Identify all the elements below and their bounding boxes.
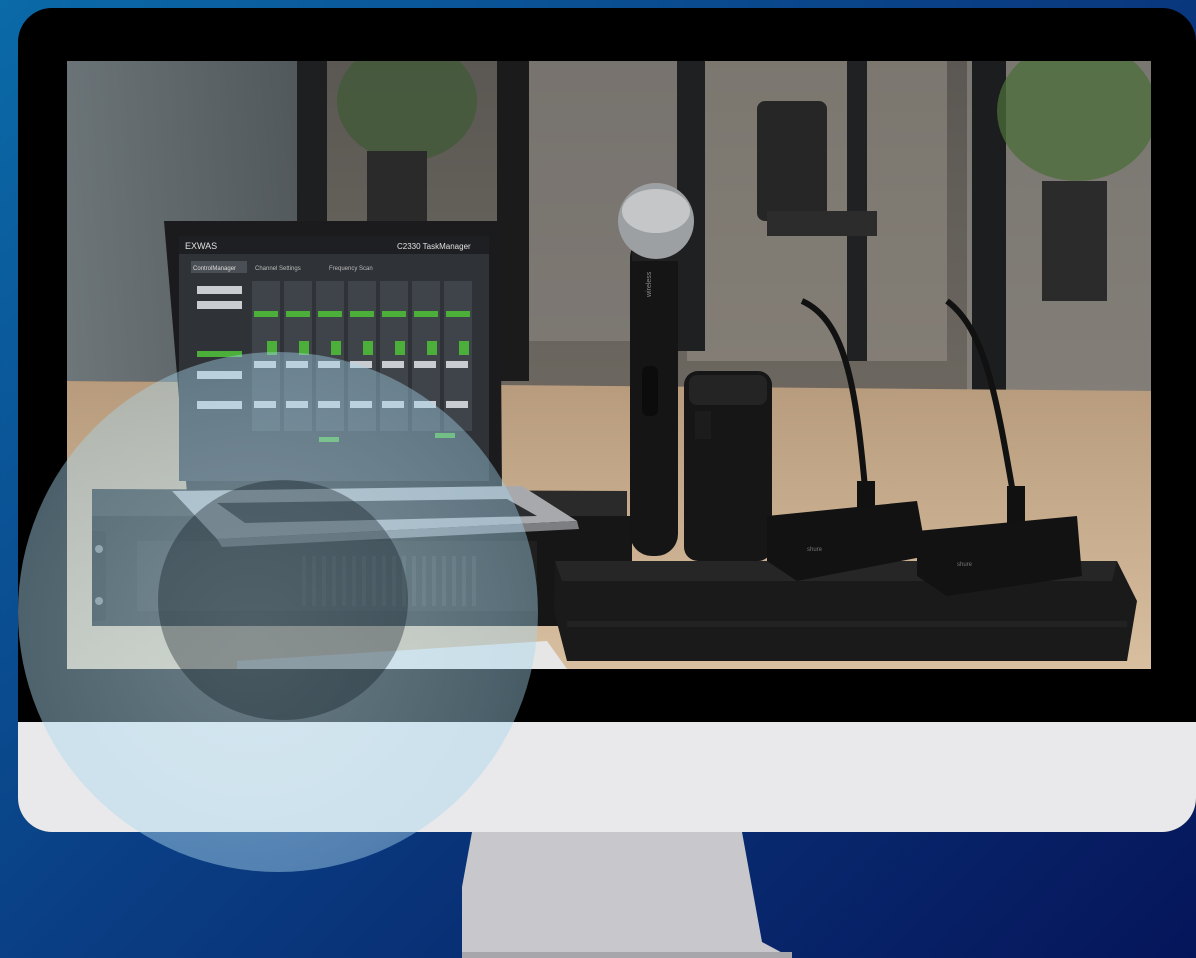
gooseneck-label-right: shure	[957, 562, 973, 568]
conference-audio-scene: EXWAS C2330 TaskManager ControlManager C…	[67, 61, 1151, 669]
desktop-monitor: EXWAS C2330 TaskManager ControlManager C…	[18, 8, 1196, 832]
laptop-header-right: C2330 TaskManager	[397, 242, 471, 251]
mic-label: wireless	[646, 271, 653, 298]
laptop-tab-2: Frequency Scan	[329, 266, 373, 272]
laptop-app-title: EXWAS	[185, 241, 217, 251]
product-photo: EXWAS C2330 TaskManager ControlManager C…	[67, 61, 1151, 669]
laptop-tab-1: Channel Settings	[255, 266, 301, 272]
bodypack-transmitter	[684, 371, 772, 561]
gooseneck-label-left: shure	[807, 547, 823, 553]
laptop-tab-0: ControlManager	[193, 266, 236, 272]
monitor-chin	[18, 722, 1196, 832]
